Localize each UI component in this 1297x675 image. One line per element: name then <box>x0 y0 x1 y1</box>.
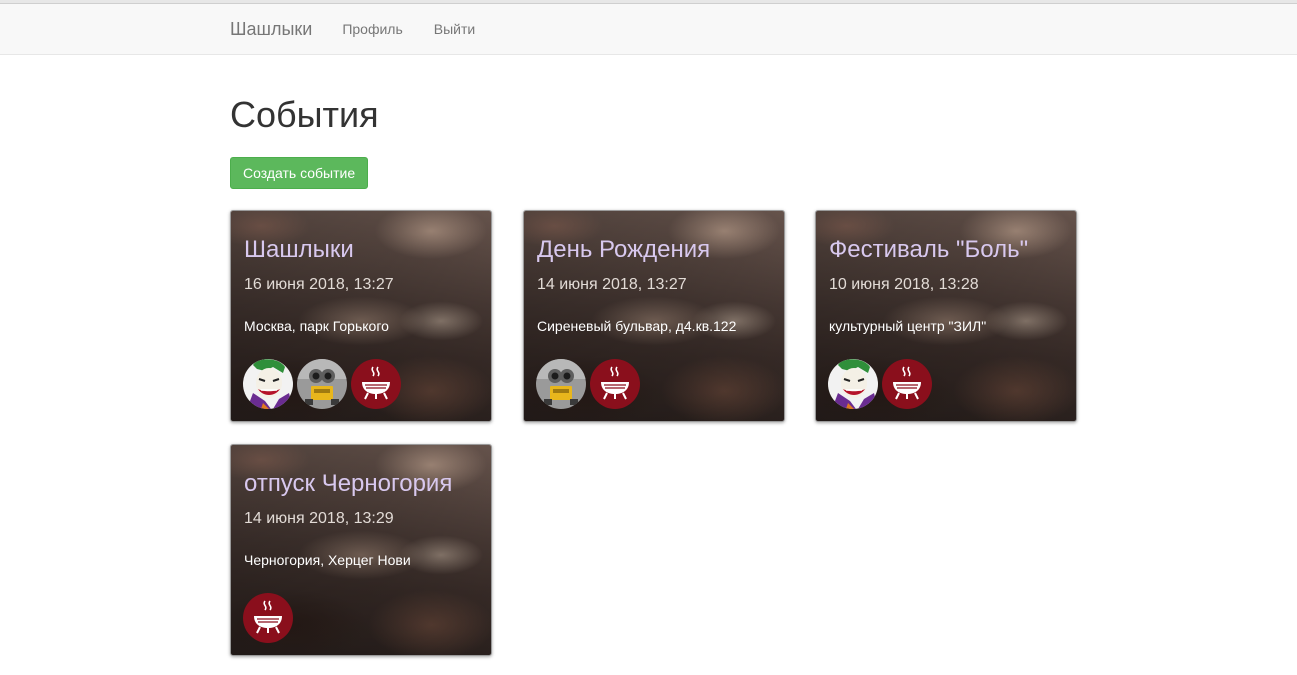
event-address: Москва, парк Горького <box>244 318 389 334</box>
event-date: 14 июня 2018, 13:27 <box>537 276 687 293</box>
robot-avatar[interactable] <box>297 359 347 409</box>
event-date: 10 июня 2018, 13:28 <box>829 276 979 293</box>
nav-link-logout[interactable]: Выйти <box>434 21 475 37</box>
participant-avatars <box>536 359 644 409</box>
grill-avatar[interactable] <box>882 359 932 409</box>
event-address: Сиреневый бульвар, д4.кв.122 <box>537 318 737 334</box>
event-title[interactable]: Фестиваль "Боль" <box>829 235 1066 265</box>
main-container: События Создать событие Шашлыки 16 июня … <box>230 54 1090 656</box>
grill-avatar[interactable] <box>351 359 401 409</box>
event-card[interactable]: День Рождения 14 июня 2018, 13:27 Сирене… <box>523 210 785 422</box>
event-date: 16 июня 2018, 13:27 <box>244 276 394 293</box>
event-card[interactable]: Фестиваль "Боль" 10 июня 2018, 13:28 кул… <box>815 210 1077 422</box>
participant-avatars <box>828 359 936 409</box>
card-content: отпуск Черногория 14 июня 2018, 13:29 Че… <box>244 469 481 569</box>
grill-avatar[interactable] <box>243 593 293 643</box>
joker-avatar[interactable] <box>828 359 878 409</box>
event-title[interactable]: Шашлыки <box>244 235 481 265</box>
create-event-button[interactable]: Создать событие <box>230 157 369 189</box>
participant-avatars <box>243 593 297 643</box>
event-date: 14 июня 2018, 13:29 <box>244 510 394 527</box>
navbar-inner: Шашлыки Профиль Выйти <box>230 4 506 54</box>
joker-avatar[interactable] <box>243 359 293 409</box>
navbar: Шашлыки Профиль Выйти <box>0 4 1297 55</box>
navbar-brand[interactable]: Шашлыки <box>230 19 312 40</box>
event-title[interactable]: День Рождения <box>537 235 774 265</box>
grill-avatar[interactable] <box>590 359 640 409</box>
event-card[interactable]: отпуск Черногория 14 июня 2018, 13:29 Че… <box>230 444 492 656</box>
page-title: События <box>230 94 379 135</box>
card-content: Шашлыки 16 июня 2018, 13:27 Москва, парк… <box>244 235 481 335</box>
event-address: культурный центр "ЗИЛ" <box>829 318 987 334</box>
participant-avatars <box>243 359 405 409</box>
event-card[interactable]: Шашлыки 16 июня 2018, 13:27 Москва, парк… <box>230 210 492 422</box>
card-content: Фестиваль "Боль" 10 июня 2018, 13:28 кул… <box>829 235 1066 335</box>
robot-avatar[interactable] <box>536 359 586 409</box>
event-title[interactable]: отпуск Черногория <box>244 469 481 499</box>
event-address: Черногория, Херцег Нови <box>244 552 411 568</box>
card-content: День Рождения 14 июня 2018, 13:27 Сирене… <box>537 235 774 335</box>
nav-link-profile[interactable]: Профиль <box>342 21 402 37</box>
